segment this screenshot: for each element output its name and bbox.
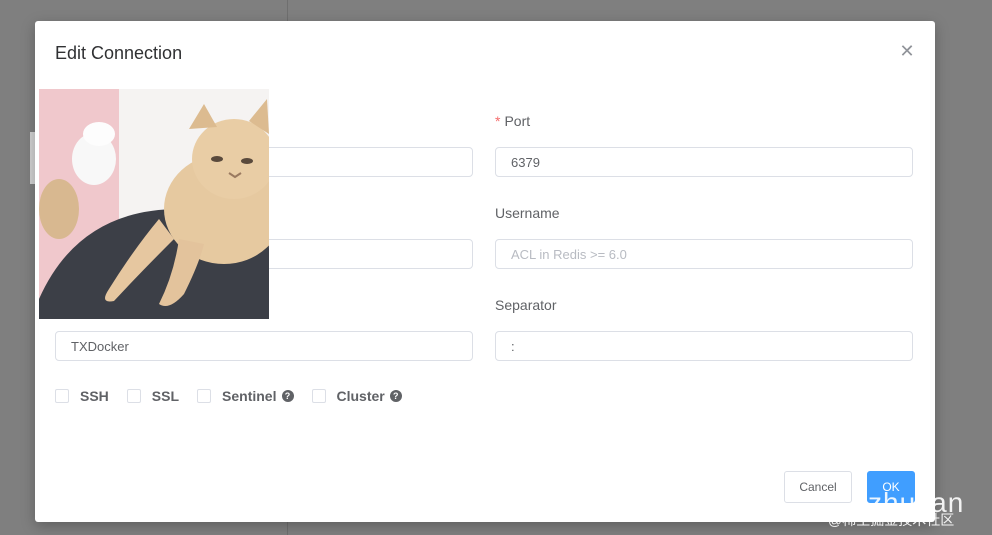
ssl-checkbox-box[interactable] (126, 389, 141, 403)
port-label: * Port (495, 113, 530, 129)
ssh-checkbox-box[interactable] (55, 389, 69, 403)
connection-options: SSH SSL Sentinel ? Cluster ? (55, 388, 420, 404)
ssh-label: SSH (80, 388, 109, 404)
port-label-text: Port (504, 113, 531, 129)
ssl-label: SSL (151, 388, 180, 404)
ssl-checkbox[interactable]: SSL (126, 388, 180, 404)
cluster-checkbox[interactable]: Cluster ? (311, 388, 402, 404)
dialog-title: Edit Connection (55, 43, 183, 63)
username-input[interactable] (495, 239, 913, 269)
cluster-checkbox-box[interactable] (311, 389, 326, 403)
separator-input[interactable] (495, 331, 913, 361)
question-circle-icon[interactable]: ? (389, 390, 402, 402)
watermark-small-text: @稀土掘金技术社区 (828, 512, 955, 528)
cancel-button[interactable]: Cancel (784, 471, 852, 503)
connection-name-input[interactable] (55, 331, 473, 361)
question-circle-icon[interactable]: ? (281, 390, 294, 402)
sentinel-checkbox[interactable]: Sentinel ? (197, 388, 294, 404)
cat-photo-overlay (39, 89, 269, 319)
required-mark: * (495, 113, 501, 129)
port-input[interactable] (495, 147, 913, 177)
separator-label: Separator (495, 297, 557, 313)
username-label: Username (495, 205, 560, 221)
sentinel-checkbox-box[interactable] (197, 389, 212, 403)
sentinel-label: Sentinel (222, 388, 277, 404)
close-icon[interactable]: ✕ (897, 41, 917, 61)
cluster-label: Cluster (336, 388, 385, 404)
ssh-checkbox[interactable]: SSH (55, 388, 109, 404)
